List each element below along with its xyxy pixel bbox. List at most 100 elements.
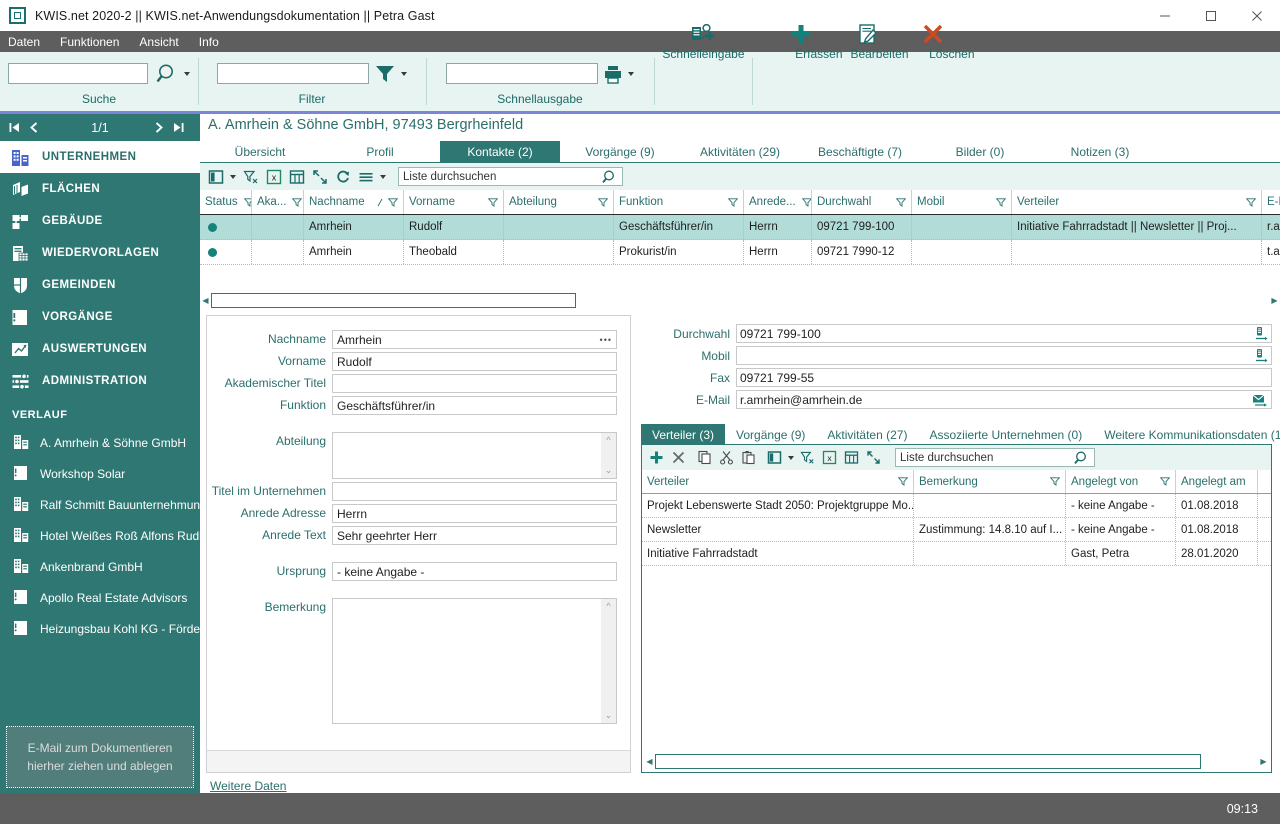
col-angelegt-von[interactable]: Angelegt von <box>1066 470 1176 493</box>
weitere-daten-link[interactable]: Weitere Daten <box>200 773 1280 793</box>
col-akademischer-titel[interactable]: Aka... <box>252 190 304 214</box>
menu-icon[interactable] <box>357 168 374 185</box>
tab-uebersicht[interactable]: Übersicht <box>200 141 320 163</box>
printer-icon[interactable] <box>603 64 623 84</box>
sidebar-item-auswertungen[interactable]: AUSWERTUNGEN <box>0 333 200 365</box>
contacts-grid-hscrollbar[interactable]: ◀ ▶ <box>200 292 1280 309</box>
columns-icon[interactable] <box>766 449 783 466</box>
expand-icon[interactable] <box>311 168 328 185</box>
menu-item-daten[interactable]: Daten <box>8 35 50 49</box>
tab-aktivitaeten[interactable]: Aktivitäten (29) <box>680 141 800 163</box>
scroll-thumb[interactable] <box>211 293 576 308</box>
columns-chevron-down-icon[interactable] <box>788 455 794 460</box>
filter-icon[interactable] <box>286 197 303 207</box>
chevron-up-icon[interactable]: ^ <box>606 601 610 611</box>
chevron-up-icon[interactable]: ^ <box>606 435 610 445</box>
col-funktion[interactable]: Funktion <box>614 190 744 214</box>
history-item-1[interactable]: Workshop Solar <box>0 458 200 489</box>
columns-chevron-down-icon[interactable] <box>230 174 236 179</box>
tab-vorgaenge[interactable]: Vorgänge (9) <box>560 141 680 163</box>
table-row[interactable]: Initiative Fahrradstadt Gast, Petra 28.0… <box>642 542 1271 566</box>
subtab-aktivitaeten[interactable]: Aktivitäten (27) <box>816 424 918 445</box>
remove-x-icon[interactable] <box>670 449 687 466</box>
chevron-down-icon[interactable]: ⌄ <box>605 710 613 721</box>
sidebar-item-unternehmen[interactable]: UNTERNEHMEN <box>0 141 200 173</box>
mail-icon[interactable] <box>1252 393 1268 407</box>
subtab-verteiler[interactable]: Verteiler (3) <box>641 424 726 445</box>
sort-ascending-icon[interactable] <box>370 198 384 207</box>
paste-icon[interactable] <box>740 449 757 466</box>
sidebar-item-gebaeude[interactable]: GEBÄUDE <box>0 205 200 237</box>
search-icon[interactable] <box>1072 450 1090 466</box>
history-item-4[interactable]: Ankenbrand GmbH <box>0 551 200 582</box>
filter-icon[interactable] <box>482 197 498 207</box>
col-anrede[interactable]: Anrede... <box>744 190 812 214</box>
col-angelegt-am[interactable]: Angelegt am <box>1176 470 1258 493</box>
menu-item-info[interactable]: Info <box>199 35 229 49</box>
scroll-thumb[interactable] <box>655 754 1201 769</box>
col-mobil[interactable]: Mobil <box>912 190 1012 214</box>
subtab-vorgaenge[interactable]: Vorgänge (9) <box>725 424 816 445</box>
sidebar-item-flaechen[interactable]: FLÄCHEN <box>0 173 200 205</box>
verteiler-search-input[interactable]: Liste durchsuchen <box>895 448 1095 467</box>
col-email[interactable]: E-M <box>1262 190 1280 214</box>
tab-notizen[interactable]: Notizen (3) <box>1040 141 1160 163</box>
col-vorname[interactable]: Vorname <box>404 190 504 214</box>
scroll-track[interactable] <box>211 293 1269 308</box>
tab-kontakte[interactable]: Kontakte (2) <box>440 141 560 163</box>
filter-input[interactable] <box>217 63 369 84</box>
filter-icon[interactable] <box>1044 477 1060 486</box>
copy-icon[interactable] <box>696 449 713 466</box>
filter-icon[interactable] <box>892 477 908 486</box>
history-item-6[interactable]: Heizungsbau Kohl KG - Förder... <box>0 613 200 644</box>
table-icon[interactable] <box>288 168 305 185</box>
scroll-left-arrow-icon[interactable]: ◀ <box>200 293 211 308</box>
filter-icon[interactable] <box>890 197 906 207</box>
sidebar-item-administration[interactable]: ADMINISTRATION <box>0 365 200 397</box>
abteilung-scrollbar[interactable]: ^ ⌄ <box>601 433 616 478</box>
dial-icon[interactable] <box>1253 348 1268 363</box>
filter-options-chevron-down-icon[interactable] <box>401 71 407 76</box>
search-options-chevron-down-icon[interactable] <box>184 71 190 76</box>
col-durchwahl[interactable]: Durchwahl <box>812 190 912 214</box>
pager-prev-button[interactable] <box>28 121 48 134</box>
col-abteilung[interactable]: Abteilung <box>504 190 614 214</box>
bemerkung-scrollbar[interactable]: ^ ⌄ <box>601 599 616 723</box>
menu-item-funktionen[interactable]: Funktionen <box>60 35 129 49</box>
table-row[interactable]: Amrhein Rudolf Geschäftsführer/in Herrn … <box>200 215 1280 240</box>
loeschen-button[interactable]: Löschen <box>900 24 975 111</box>
dial-icon[interactable] <box>1253 326 1268 341</box>
cut-icon[interactable] <box>718 449 735 466</box>
schnelleingabe-button[interactable]: Schnelleingabe <box>662 23 745 111</box>
anrede-adresse-input[interactable]: Herrn <box>332 504 617 523</box>
subtab-weitere-kommunikationsdaten[interactable]: Weitere Kommunikationsdaten (1) <box>1093 424 1280 445</box>
verteiler-hscrollbar[interactable]: ◀ ▶ <box>642 753 1271 772</box>
history-item-0[interactable]: A. Amrhein & Söhne GmbH <box>0 427 200 458</box>
email-dropzone[interactable]: E-Mail zum Dokumentieren hierher ziehen … <box>6 726 194 788</box>
email-input[interactable]: r.amrhein@amrhein.de <box>736 390 1272 409</box>
table-row[interactable]: Amrhein Theobald Prokurist/in Herrn 0972… <box>200 240 1280 265</box>
minimize-icon[interactable] <box>1142 0 1188 31</box>
history-item-5[interactable]: Apollo Real Estate Advisors <box>0 582 200 613</box>
filter-icon[interactable] <box>1240 197 1256 207</box>
table-row[interactable]: Newsletter Zustimmung: 14.8.10 auf I... … <box>642 518 1271 542</box>
history-item-3[interactable]: Hotel Weißes Roß Alfons Rudl... <box>0 520 200 551</box>
durchwahl-input[interactable]: 09721 799-100 <box>736 324 1272 343</box>
col-verteiler[interactable]: Verteiler <box>642 470 914 493</box>
excel-export-icon[interactable]: x <box>821 449 838 466</box>
menu-item-ansicht[interactable]: Ansicht <box>139 35 188 49</box>
col-status[interactable]: Status <box>200 190 252 214</box>
pager-next-button[interactable] <box>152 121 172 134</box>
search-icon[interactable] <box>153 62 179 86</box>
scroll-track[interactable] <box>655 754 1258 769</box>
columns-icon[interactable] <box>207 168 224 185</box>
sidebar-item-gemeinden[interactable]: GEMEINDEN <box>0 269 200 301</box>
scroll-right-arrow-icon[interactable]: ▶ <box>1269 293 1280 308</box>
abteilung-textarea[interactable]: ^ ⌄ <box>332 432 617 479</box>
tab-beschaeftigte[interactable]: Beschäftigte (7) <box>800 141 920 163</box>
clear-filter-icon[interactable] <box>242 168 259 185</box>
tab-bilder[interactable]: Bilder (0) <box>920 141 1040 163</box>
tab-profil[interactable]: Profil <box>320 141 440 163</box>
col-verteiler[interactable]: Verteiler <box>1012 190 1262 214</box>
plus-icon[interactable] <box>648 449 665 466</box>
